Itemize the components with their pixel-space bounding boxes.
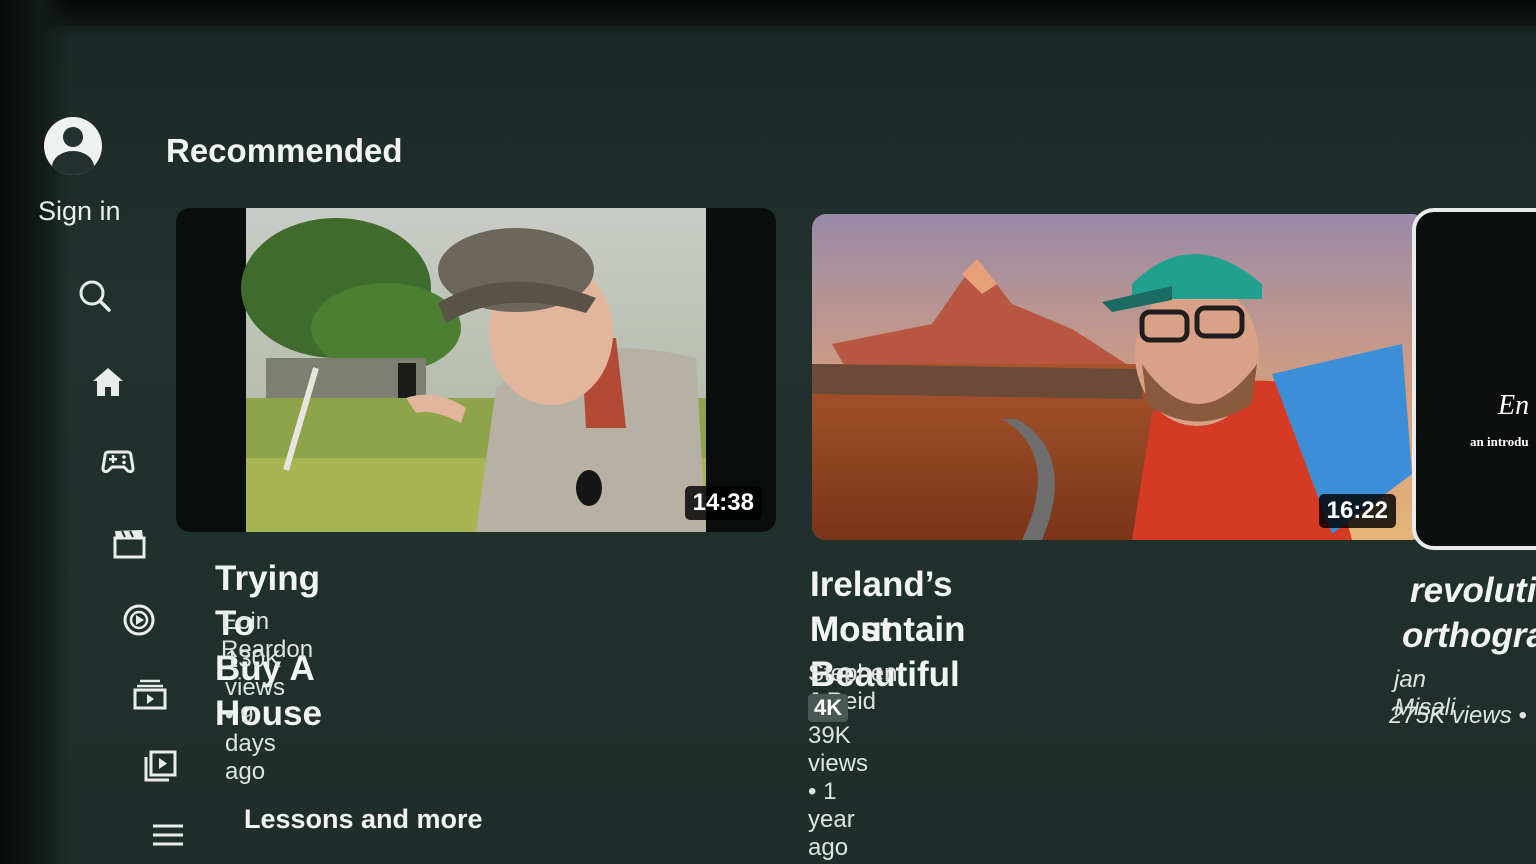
subscriptions-icon[interactable] <box>132 676 168 712</box>
video-meta-row: 4K39K views • 1 year ago <box>808 694 868 862</box>
thumbnail-text-small: an introdu <box>1470 434 1529 449</box>
menu-icon[interactable] <box>150 818 186 854</box>
video-meta: 39K views • 1 year ago <box>808 722 869 861</box>
video-duration: 16:22 <box>1318 494 1396 528</box>
video-title-line2[interactable]: orthogra <box>1402 613 1536 658</box>
video-title-line2[interactable]: Mountain <box>810 607 966 652</box>
4k-badge: 4K <box>808 694 849 722</box>
search-icon[interactable] <box>77 278 113 314</box>
video-title-line1[interactable]: revoluti <box>1410 568 1536 613</box>
thumbnail-text-large: En <box>1498 390 1530 421</box>
sign-in-label[interactable]: Sign in <box>38 196 121 227</box>
video-thumbnail[interactable]: 16:22 <box>812 214 1426 540</box>
home-icon[interactable] <box>90 364 126 400</box>
tv-screen: Sign in Recommended Lessons and more 14:… <box>0 0 1536 864</box>
movies-icon[interactable] <box>111 526 147 562</box>
lessons-heading: Lessons and more <box>244 804 483 834</box>
monitor-bezel-top <box>0 0 1536 26</box>
music-icon[interactable] <box>121 602 157 638</box>
video-meta: 275K views • <box>1389 702 1527 729</box>
video-meta: 130K views • 9 days ago <box>225 646 286 785</box>
video-duration: 14:38 <box>684 486 762 520</box>
account-avatar-icon[interactable] <box>44 117 102 175</box>
gaming-icon[interactable] <box>100 444 136 480</box>
video-thumbnail[interactable]: En an introdu <box>1412 208 1536 550</box>
recommended-heading: Recommended <box>166 132 403 169</box>
video-thumbnail[interactable]: 14:38 <box>176 208 776 532</box>
library-icon[interactable] <box>142 748 178 784</box>
